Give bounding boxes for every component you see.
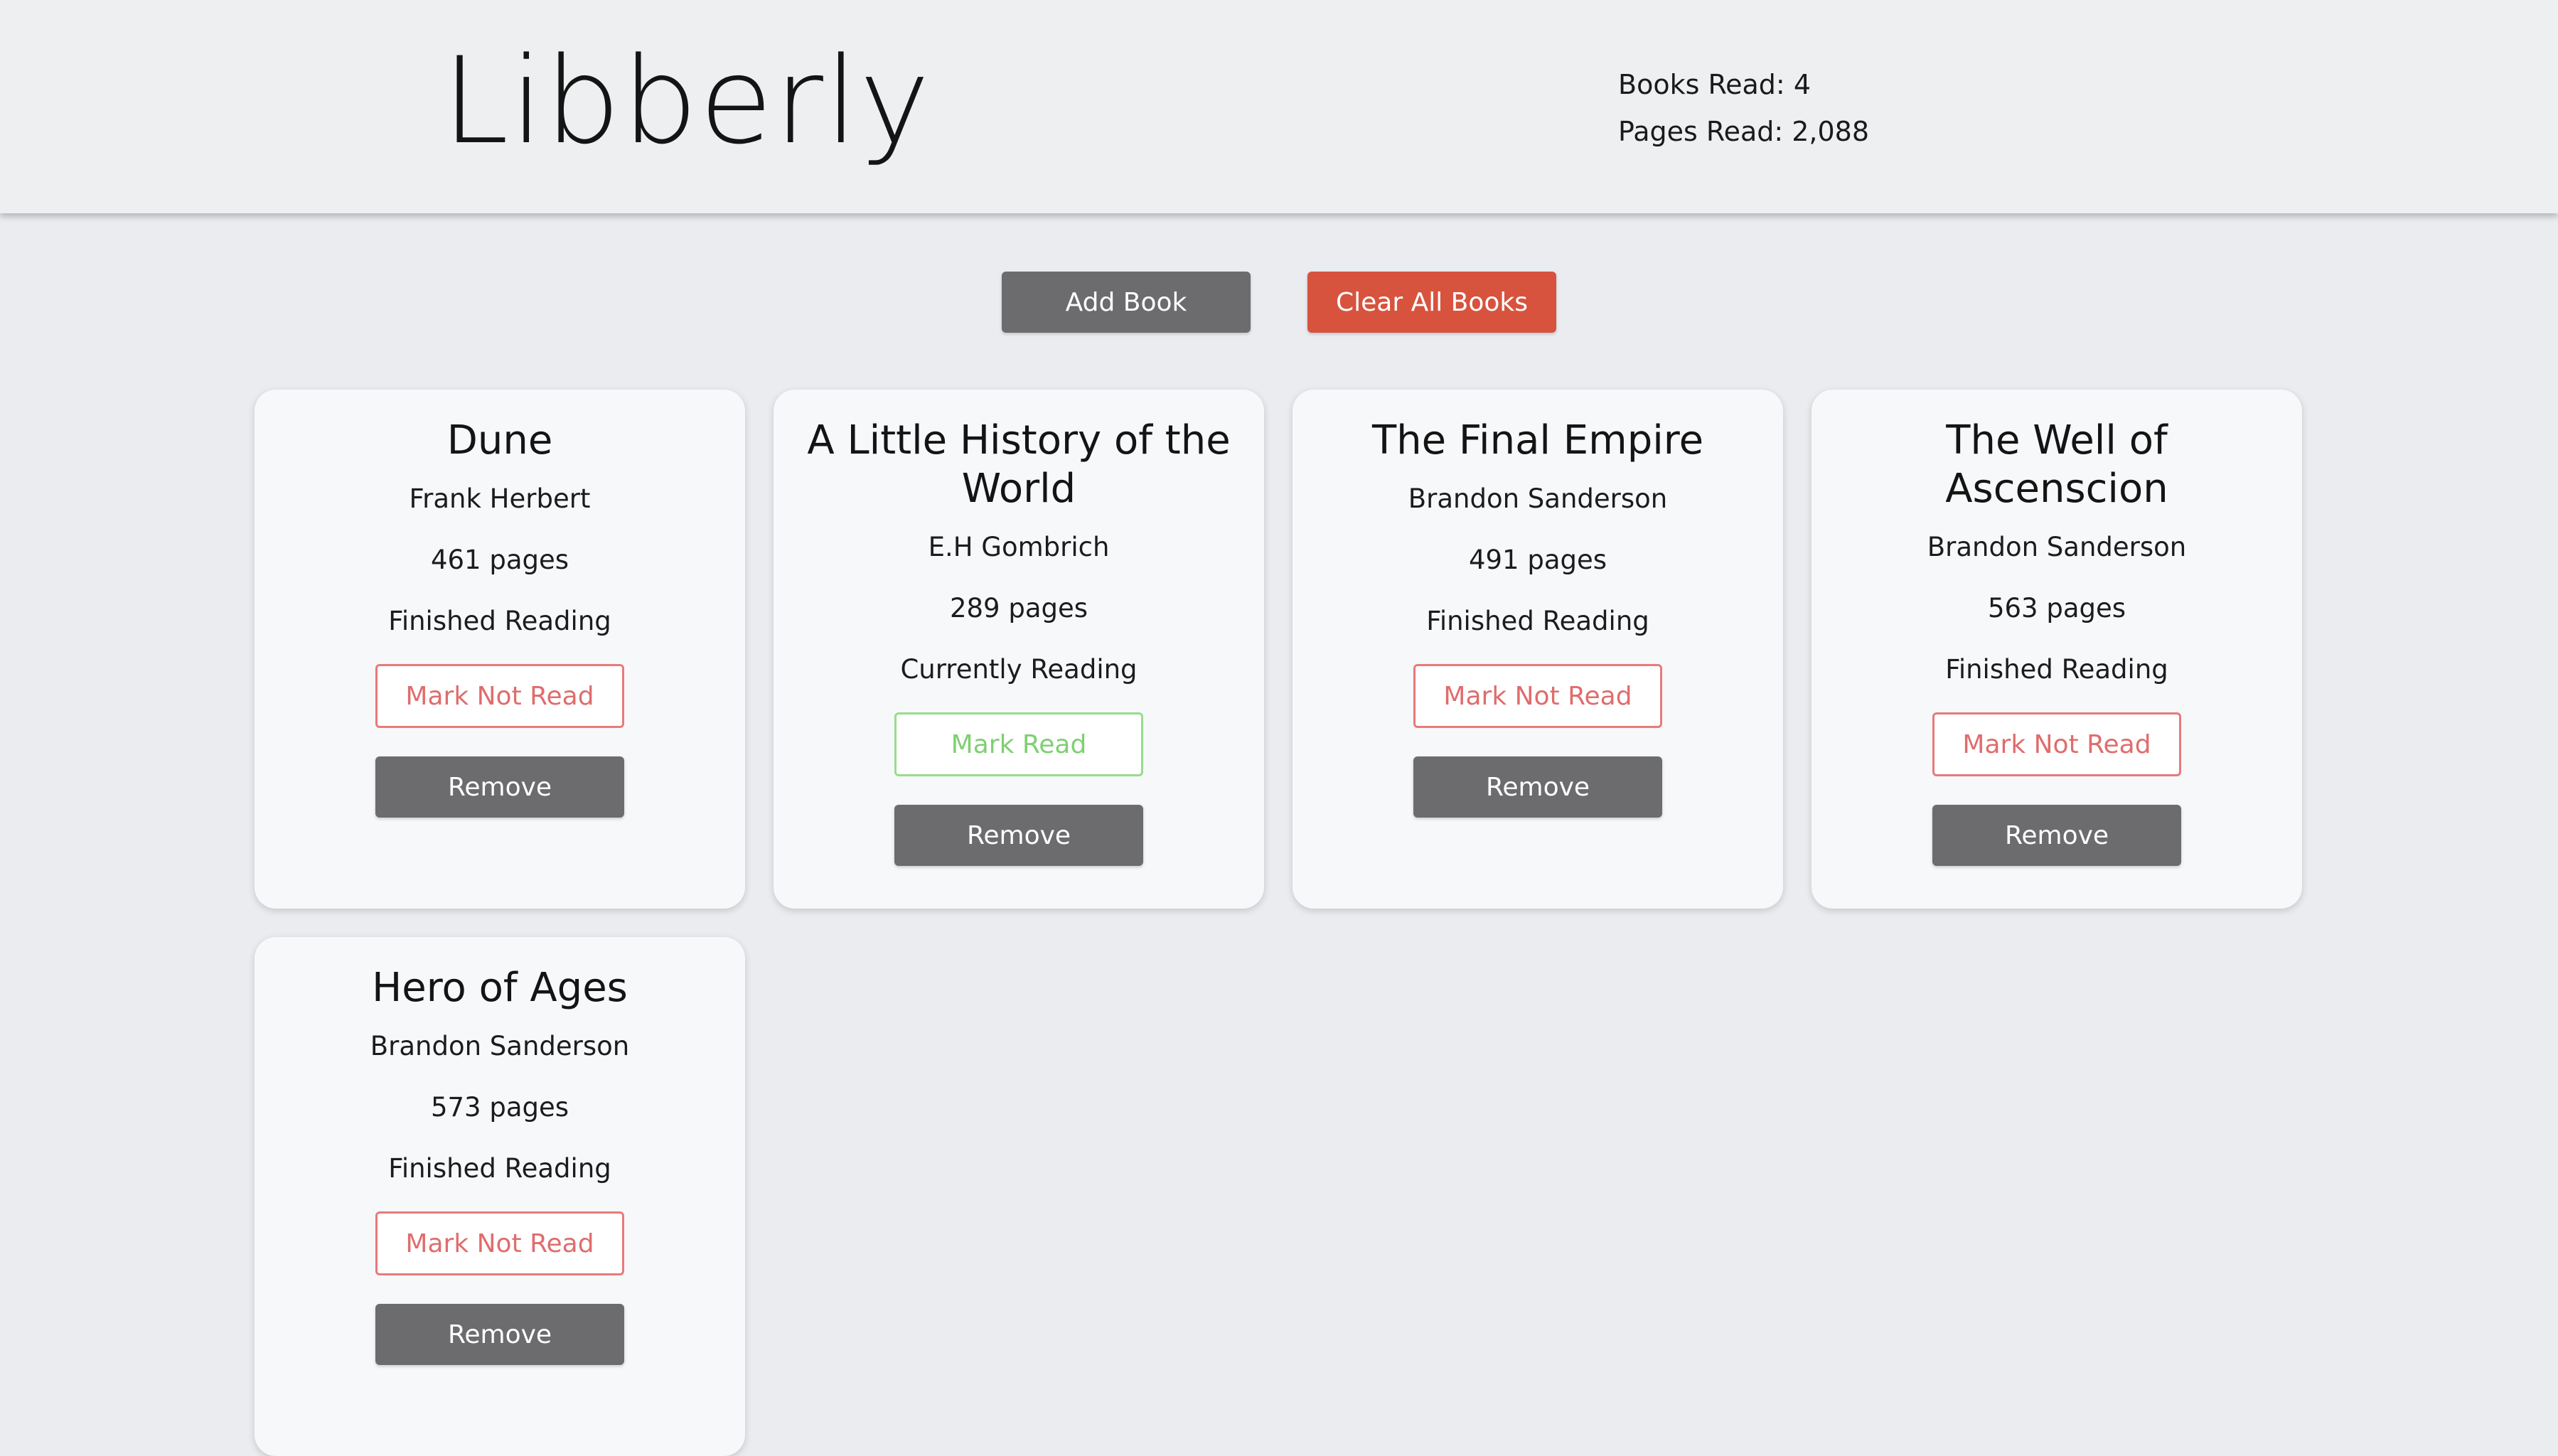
mark-not-read-button[interactable]: Mark Not Read xyxy=(1932,712,2181,776)
remove-book-button[interactable]: Remove xyxy=(894,805,1143,866)
book-card: A Little History of the World E.H Gombri… xyxy=(774,390,1264,909)
pages-read-count: Pages Read: 2,088 xyxy=(1618,116,1870,147)
toolbar: Add Book Clear All Books xyxy=(0,272,2558,333)
book-author: Brandon Sanderson xyxy=(1408,483,1668,514)
book-author: Frank Herbert xyxy=(409,483,591,514)
book-pages: 563 pages xyxy=(1987,593,2126,623)
mark-not-read-button[interactable]: Mark Not Read xyxy=(1413,664,1662,728)
clear-all-books-button[interactable]: Clear All Books xyxy=(1307,272,1556,333)
book-title: The Final Empire xyxy=(1371,417,1704,464)
books-read-count: Books Read: 4 xyxy=(1618,69,1811,100)
book-card: Dune Frank Herbert 461 pages Finished Re… xyxy=(255,390,745,909)
mark-read-button[interactable]: Mark Read xyxy=(894,712,1143,776)
remove-book-button[interactable]: Remove xyxy=(375,1304,624,1365)
app-logo: Libberly xyxy=(442,31,932,171)
mark-not-read-button[interactable]: Mark Not Read xyxy=(375,664,624,728)
book-pages: 289 pages xyxy=(949,593,1088,623)
book-author: E.H Gombrich xyxy=(928,532,1110,562)
remove-book-button[interactable]: Remove xyxy=(1413,756,1662,818)
book-status: Finished Reading xyxy=(388,1153,611,1184)
book-card: The Well of Ascenscion Brandon Sanderson… xyxy=(1812,390,2302,909)
book-status: Currently Reading xyxy=(900,654,1138,685)
book-status: Finished Reading xyxy=(388,606,611,636)
book-author: Brandon Sanderson xyxy=(370,1031,630,1061)
book-title: The Well of Ascenscion xyxy=(1945,417,2168,512)
app-header: Libberly Books Read: 4 Pages Read: 2,088 xyxy=(0,0,2558,213)
mark-not-read-button[interactable]: Mark Not Read xyxy=(375,1211,624,1275)
book-title: Dune xyxy=(446,417,553,464)
book-grid: Dune Frank Herbert 461 pages Finished Re… xyxy=(255,390,2305,1456)
remove-book-button[interactable]: Remove xyxy=(375,756,624,818)
book-pages: 573 pages xyxy=(430,1092,569,1123)
book-status: Finished Reading xyxy=(1945,654,2168,685)
book-author: Brandon Sanderson xyxy=(1927,532,2187,562)
book-card: The Final Empire Brandon Sanderson 491 p… xyxy=(1293,390,1783,909)
book-status: Finished Reading xyxy=(1426,606,1649,636)
book-title: Hero of Ages xyxy=(372,965,628,1011)
remove-book-button[interactable]: Remove xyxy=(1932,805,2181,866)
reading-stats: Books Read: 4 Pages Read: 2,088 xyxy=(1618,61,1869,155)
book-title: A Little History of the World xyxy=(807,417,1231,512)
book-card: Hero of Ages Brandon Sanderson 573 pages… xyxy=(255,937,745,1456)
book-pages: 461 pages xyxy=(430,545,569,575)
book-pages: 491 pages xyxy=(1468,545,1607,575)
add-book-button[interactable]: Add Book xyxy=(1002,272,1251,333)
